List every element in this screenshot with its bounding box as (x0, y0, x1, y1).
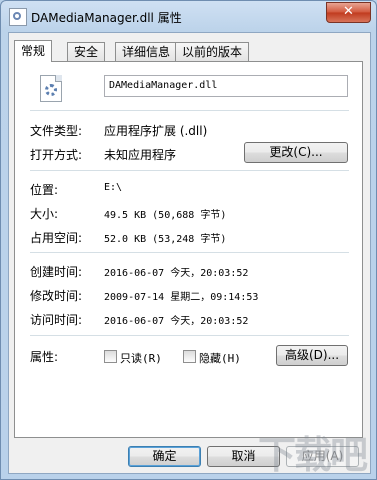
gear-icon (45, 84, 57, 96)
accessed-label: 访问时间: (30, 313, 83, 327)
ok-button[interactable]: 确定 (128, 446, 201, 467)
close-button[interactable]: ✕ (326, 2, 371, 23)
separator (30, 252, 349, 253)
tab-details[interactable]: 详细信息 (115, 42, 178, 61)
separator (30, 335, 349, 336)
location-value: E:\ (104, 182, 123, 193)
size-on-disk-value: 52.0 KB (53,248 字节) (104, 234, 227, 245)
modified-label: 修改时间: (30, 289, 83, 303)
hidden-label[interactable]: 隐藏(H) (199, 350, 241, 366)
created-label: 创建时间: (30, 265, 83, 279)
location-label: 位置: (30, 183, 59, 197)
size-value: 49.5 KB (50,688 字节) (104, 210, 227, 221)
close-icon: ✕ (343, 4, 354, 19)
tab-previous-versions[interactable]: 以前的版本 (175, 42, 250, 61)
watermark: 下载吧 (257, 433, 368, 477)
accessed-value: 2016-06-07 今天，20:03:52 (104, 316, 249, 327)
modified-value: 2009-07-14 星期二，09:14:53 (104, 292, 259, 303)
window-title: DAMediaManager.dll 属性 (31, 11, 182, 25)
separator (30, 110, 349, 111)
readonly-label[interactable]: 只读(R) (120, 350, 162, 366)
advanced-button[interactable]: 高级(D)... (276, 345, 348, 366)
file-type-value: 应用程序扩展 (.dll) (104, 124, 208, 138)
general-panel: DAMediaManager.dll 文件类型: 应用程序扩展 (.dll) 打… (14, 61, 363, 438)
hidden-checkbox[interactable] (183, 350, 196, 363)
size-label: 大小: (30, 207, 59, 221)
file-name-field[interactable]: DAMediaManager.dll (104, 75, 348, 97)
dll-file-icon (9, 8, 27, 26)
title-bar[interactable]: DAMediaManager.dll 属性 ✕ (1, 1, 376, 31)
readonly-checkbox[interactable] (104, 350, 117, 363)
tab-strip: 常规 安全 详细信息 以前的版本 (9, 40, 370, 62)
file-icon (40, 75, 62, 102)
properties-dialog: DAMediaManager.dll 属性 ✕ 常规 安全 详细信息 以前的版本… (0, 0, 377, 480)
attributes-label: 属性: (30, 350, 59, 364)
file-type-label: 文件类型: (30, 124, 83, 138)
separator (30, 170, 349, 171)
dialog-client: 常规 安全 详细信息 以前的版本 DAMediaManager.dll 文件类型… (8, 32, 371, 474)
open-with-label: 打开方式: (30, 148, 83, 162)
change-button[interactable]: 更改(C)... (244, 142, 348, 163)
created-value: 2016-06-07 今天，20:03:52 (104, 268, 249, 279)
tab-general[interactable]: 常规 (14, 40, 53, 62)
size-on-disk-label: 占用空间: (30, 231, 83, 245)
open-with-value: 未知应用程序 (104, 148, 177, 162)
tab-security[interactable]: 安全 (67, 42, 106, 61)
